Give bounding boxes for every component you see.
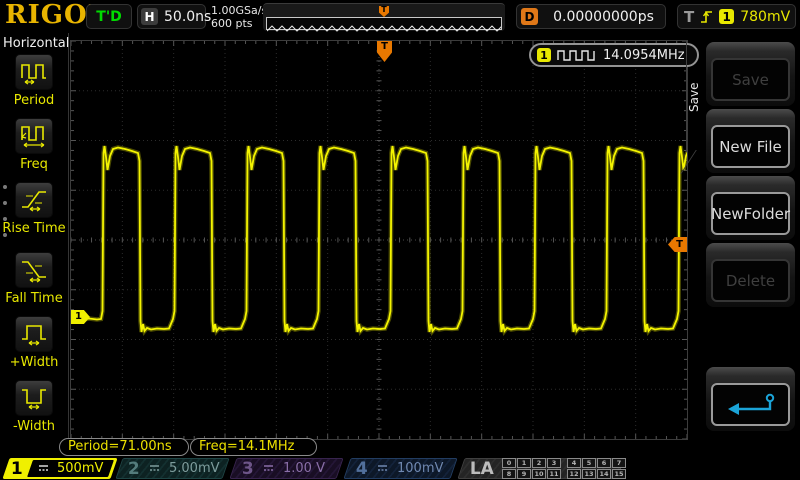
rising-edge-icon — [701, 11, 713, 23]
dc-coupling-icon — [37, 463, 50, 474]
back-button-tile — [706, 367, 795, 431]
menu-scroll-dots — [3, 185, 7, 237]
measurement-frequency: Freq=14.1MHz — [190, 438, 317, 456]
t-label: T — [684, 7, 695, 26]
menu-item-fall-time[interactable]: Fall Time — [0, 252, 68, 305]
trigger-status-badge: T'D — [86, 4, 132, 29]
delay-box[interactable]: D 0.00000000ps — [516, 4, 666, 29]
delete-button-tile: Delete — [706, 243, 795, 307]
channel-4-number: 4 — [356, 458, 368, 479]
rise-time-icon — [22, 191, 46, 212]
new-file-button-tile: New File — [706, 109, 795, 173]
dc-coupling-icon — [376, 463, 389, 474]
channel-2-scale: 5.00mV — [168, 461, 220, 476]
return-arrow-icon — [727, 393, 774, 415]
channel-3-scale: 1.00 V — [282, 461, 325, 476]
oscilloscope-screen: RIGOL T'D H 50.0ns 1.00GSa/s 600 pts T D… — [0, 0, 800, 480]
menu-item-rise-time[interactable]: Rise Time — [0, 182, 68, 235]
channel-1-status[interactable]: 1 500mV — [2, 458, 118, 479]
menu-title: Horizontal — [3, 36, 70, 51]
square-wave-icon — [557, 49, 595, 61]
menu-item-freq[interactable]: Freq — [0, 118, 68, 171]
h-label: H — [141, 8, 158, 25]
channel-4-status[interactable]: 4 100mV — [343, 458, 458, 479]
delay-value: 0.00000000ps — [553, 8, 654, 25]
trigger-box[interactable]: T 1 780mV — [677, 4, 796, 29]
channel-1-number: 1 — [11, 458, 23, 479]
channel-3-number: 3 — [242, 458, 254, 479]
delete-button[interactable]: Delete — [711, 259, 790, 302]
la-label: LA — [470, 458, 494, 479]
period-icon — [21, 64, 46, 85]
horizontal-timebase-box[interactable]: H 50.0ns — [137, 4, 211, 29]
channel-2-number: 2 — [128, 458, 140, 479]
channel-4-scale: 100mV — [396, 461, 444, 476]
acquisition-info: 1.00GSa/s 600 pts — [211, 4, 267, 30]
d-label: D — [521, 8, 538, 25]
freq-icon — [21, 126, 45, 148]
trigger-source-badge: 1 — [719, 9, 735, 24]
la-digits-row2: 8 9 10 11 12 13 14 15 — [502, 469, 626, 479]
horizontal-measure-menu: Horizontal Period Freq Rise Time Fall Ti… — [0, 33, 69, 447]
la-digits-row1: 01234567 — [502, 458, 626, 468]
channel-3-status[interactable]: 3 1.00 V — [229, 458, 344, 479]
menu-item-period[interactable]: Period — [0, 54, 68, 107]
new-folder-button[interactable]: NewFolder — [711, 192, 790, 235]
counter-frequency-value: 14.0954MHz — [603, 47, 685, 63]
pos-width-icon — [22, 325, 46, 346]
waveform-display-area[interactable]: T T 1 1 14.0954MHz — [70, 40, 699, 440]
save-menu-panel: Save New File NewFolder Delete — [700, 33, 800, 480]
menu-item-neg-width[interactable]: -Width — [0, 380, 68, 433]
back-button[interactable] — [711, 383, 790, 426]
channel-status-bar: 1 500mV 2 5.00mV 3 1.00 V 4 100mV LA 0 1… — [0, 457, 800, 480]
preview-waveform — [266, 25, 508, 32]
save-button-tile: Save — [706, 42, 795, 106]
fall-time-icon — [22, 261, 46, 283]
new-file-button[interactable]: New File — [711, 125, 790, 168]
logic-analyzer-status[interactable]: LA 01234567 8 9 10 11 12 13 14 15 — [457, 458, 626, 479]
dc-coupling-icon — [148, 463, 161, 474]
dc-coupling-icon — [262, 463, 275, 474]
menu-item-pos-width[interactable]: +Width — [0, 316, 68, 369]
waveform-preview-strip — [266, 17, 508, 32]
sample-rate: 1.00GSa/s — [211, 4, 268, 17]
preview-trigger-marker-icon[interactable]: T — [379, 6, 389, 17]
memory-depth: 600 pts — [211, 17, 253, 30]
neg-width-icon — [22, 389, 46, 410]
waveform-preview-bar[interactable]: T — [263, 3, 508, 32]
channel-2-status[interactable]: 2 5.00mV — [115, 458, 230, 479]
trigger-level-value: 780mV — [740, 8, 791, 25]
waveform-plot — [71, 41, 687, 439]
save-button[interactable]: Save — [711, 58, 790, 101]
measurement-period: Period=71.00ns — [59, 438, 189, 456]
timebase-value: 50.0ns — [164, 8, 212, 25]
new-folder-button-tile: NewFolder — [706, 176, 795, 240]
channel-1-scale: 500mV — [56, 461, 104, 476]
la-digital-channels: 01234567 8 9 10 11 12 13 14 15 — [502, 458, 626, 479]
frequency-counter: 1 14.0954MHz — [529, 43, 699, 67]
counter-source-badge: 1 — [537, 48, 551, 62]
